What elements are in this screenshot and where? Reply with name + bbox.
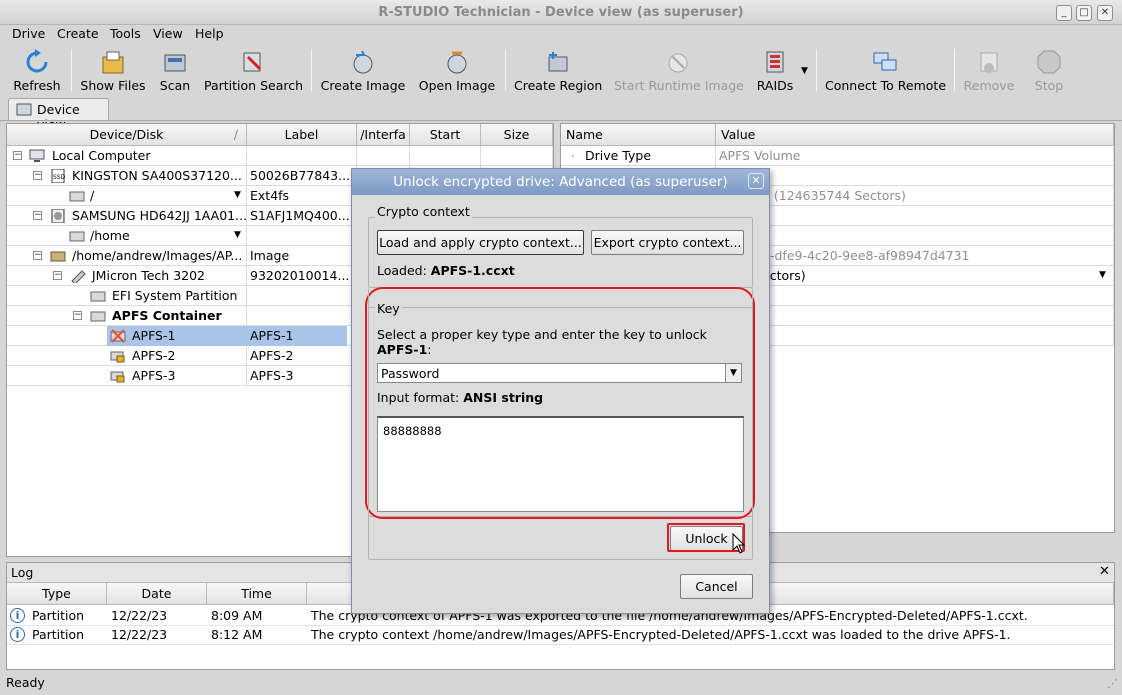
container-icon xyxy=(90,311,106,322)
status-bar: Ready ⋰ xyxy=(0,673,1122,695)
tree-row-apfs-1[interactable]: APFS-1 APFS-1 xyxy=(107,326,347,346)
encrypted-damaged-icon xyxy=(110,329,126,343)
dialog-close-icon[interactable]: ✕ xyxy=(748,173,764,189)
col-size[interactable]: Size xyxy=(481,124,553,146)
grid-cell xyxy=(716,166,1114,186)
tree-row-local-computer[interactable]: − Local Computer xyxy=(7,146,553,166)
grid-cell xyxy=(716,326,1114,346)
toolbar: Refresh Show Files Scan Partition Search… xyxy=(0,45,1122,95)
menu-help[interactable]: Help xyxy=(195,26,224,41)
menu-bar: Drive Create Tools View Help xyxy=(0,25,1122,45)
maximize-button[interactable]: □ xyxy=(1076,5,1092,21)
remove-icon xyxy=(980,52,998,73)
log-col-date[interactable]: Date xyxy=(107,583,207,605)
dropdown-icon[interactable]: ▼ xyxy=(234,226,241,245)
grid-cell xyxy=(716,286,1114,306)
prop-row-drive-type[interactable]: · Drive Type APFS Volume xyxy=(561,146,1114,166)
col-label[interactable]: Label xyxy=(247,124,357,146)
window-title: R-STUDIO Technician - Device view (as su… xyxy=(378,5,744,20)
show-files-icon xyxy=(102,51,124,74)
create-region-icon xyxy=(548,52,568,72)
refresh-button[interactable]: Refresh xyxy=(10,45,64,95)
connect-remote-icon xyxy=(873,52,897,71)
partition-icon xyxy=(69,191,85,202)
unlock-dialog: Unlock encrypted drive: Advanced (as sup… xyxy=(351,168,770,614)
prop-uuid-partial: 6-dfe9-4c20-9ee8-af98947d4731 xyxy=(762,248,970,263)
create-region-button[interactable]: Create Region xyxy=(514,45,602,95)
device-view-icon xyxy=(16,103,32,116)
grid-cell xyxy=(716,226,1114,246)
connect-to-remote-button[interactable]: Connect To Remote xyxy=(825,45,946,95)
grid-cell xyxy=(716,306,1114,326)
computer-icon xyxy=(29,149,45,162)
prop-size-partial: 3 (124635744 Sectors) xyxy=(762,188,906,203)
log-title: Log xyxy=(11,565,34,580)
menu-tools[interactable]: Tools xyxy=(110,26,141,41)
refresh-icon xyxy=(26,49,48,73)
scan-button[interactable]: Scan xyxy=(157,45,193,95)
crypto-context-title: Crypto context xyxy=(375,204,472,219)
status-text: Ready xyxy=(6,675,45,690)
ssd-icon: SSD xyxy=(51,169,66,183)
stop-button[interactable]: Stop xyxy=(1030,45,1068,95)
minimize-button[interactable]: _ xyxy=(1056,5,1072,21)
svg-text:SSD: SSD xyxy=(53,174,66,181)
export-crypto-context-button[interactable]: Export crypto context... xyxy=(591,230,744,255)
col-value[interactable]: Value xyxy=(716,124,1114,146)
key-group-frame xyxy=(368,288,753,560)
close-log-icon[interactable]: ✕ xyxy=(1099,564,1110,579)
resize-grip-icon[interactable]: ⋰ xyxy=(1107,677,1118,690)
usb-drive-icon xyxy=(71,270,86,283)
create-image-icon xyxy=(353,50,373,74)
grid-cell xyxy=(716,206,1114,226)
menu-create[interactable]: Create xyxy=(57,26,99,41)
mouse-cursor-icon xyxy=(732,533,746,554)
lock-icon xyxy=(110,371,125,383)
dialog-title: Unlock encrypted drive: Advanced (as sup… xyxy=(393,174,728,190)
stop-icon xyxy=(1037,50,1061,74)
close-button[interactable]: ✕ xyxy=(1097,5,1113,21)
show-files-button[interactable]: Show Files xyxy=(80,45,146,95)
cancel-button[interactable]: Cancel xyxy=(680,574,753,599)
log-row[interactable]: i Partition 12/22/23 8:12 AM The crypto … xyxy=(7,625,1114,645)
info-icon: i xyxy=(10,627,25,642)
loaded-label: Loaded: APFS-1.ccxt xyxy=(377,263,515,278)
remove-button[interactable]: Remove xyxy=(963,45,1015,95)
col-name[interactable]: Name xyxy=(561,124,716,146)
menu-view[interactable]: View xyxy=(153,26,183,41)
raids-icon xyxy=(766,51,784,73)
raids-dropdown-icon[interactable]: ▼ xyxy=(801,66,808,76)
runtime-image-icon xyxy=(668,53,688,73)
title-bar: R-STUDIO Technician - Device view (as su… xyxy=(0,0,1122,25)
dialog-title-bar: Unlock encrypted drive: Advanced (as sup… xyxy=(352,169,769,195)
col-interface[interactable]: /Interfa xyxy=(357,124,410,146)
log-col-time[interactable]: Time xyxy=(207,583,307,605)
open-image-icon xyxy=(447,51,467,74)
partition-icon xyxy=(69,231,85,242)
menu-drive[interactable]: Drive xyxy=(12,26,45,41)
start-runtime-image-button[interactable]: Start Runtime Image xyxy=(614,45,744,95)
create-image-button[interactable]: Create Image xyxy=(320,45,406,95)
partition-search-icon xyxy=(243,52,262,72)
prop-dropdown-icon[interactable]: ▼ xyxy=(1099,270,1106,280)
log-col-type[interactable]: Type xyxy=(7,583,107,605)
load-crypto-context-button[interactable]: Load and apply crypto context... xyxy=(377,230,584,255)
partition-icon xyxy=(90,291,106,302)
partition-search-button[interactable]: Partition Search xyxy=(204,45,303,95)
open-image-button[interactable]: Open Image xyxy=(418,45,496,95)
dropdown-icon[interactable]: ▼ xyxy=(234,186,241,205)
tab-device-view[interactable]: Device view xyxy=(8,98,109,132)
col-start[interactable]: Start xyxy=(410,124,481,146)
image-file-icon xyxy=(50,251,66,262)
col-device-disk[interactable]: Device/Disk ∕ xyxy=(7,124,247,146)
scan-icon xyxy=(164,54,186,72)
info-icon: i xyxy=(10,608,25,623)
lock-icon xyxy=(110,351,125,363)
hdd-icon xyxy=(51,209,65,223)
raids-button[interactable]: RAIDs xyxy=(755,45,795,95)
